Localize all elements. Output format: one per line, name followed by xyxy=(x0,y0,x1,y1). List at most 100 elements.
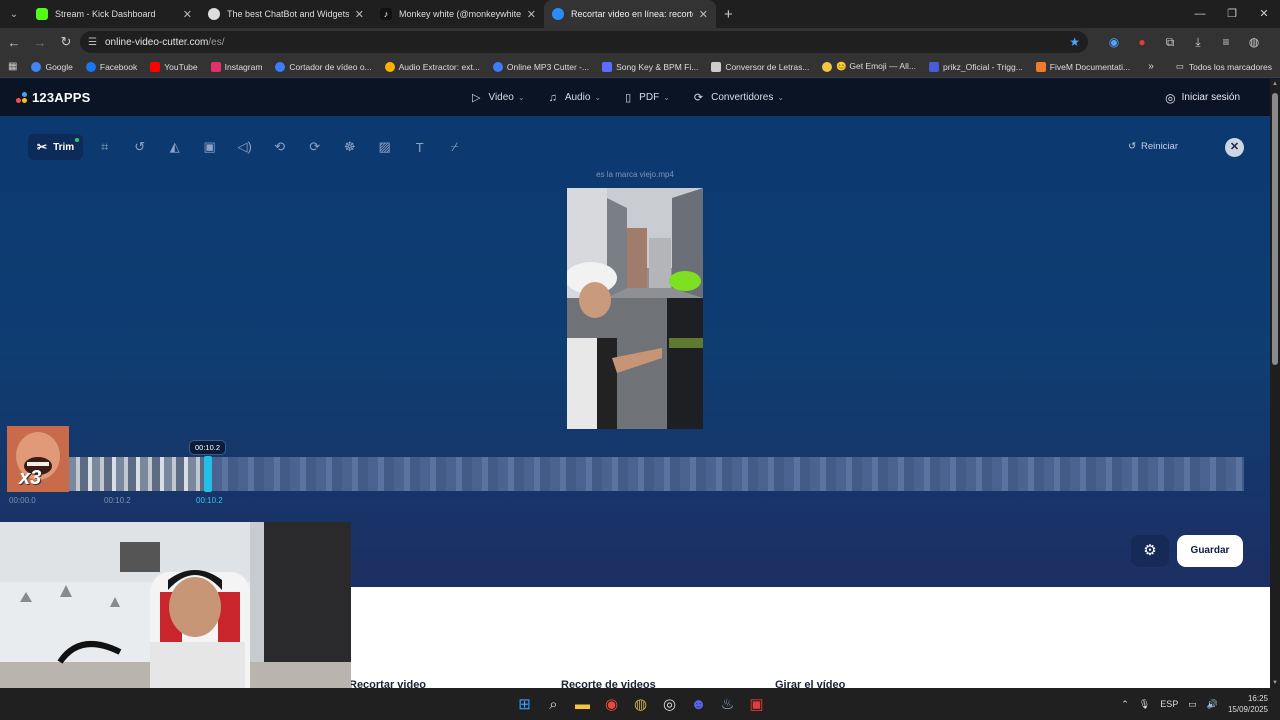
language-indicator[interactable]: ESP xyxy=(1160,699,1178,709)
apps-grid-icon[interactable]: ▦ xyxy=(8,61,17,72)
volume-icon[interactable]: ◁) xyxy=(227,139,262,155)
video-editor: ✂ Trim ⌗ ↺ ◭ ▣ ◁) ⟲ ⟳ ☸ ▨ T ⌿ ↺ Reinicia… xyxy=(0,116,1270,587)
speaker-icon[interactable]: 🔊 xyxy=(1207,699,1218,710)
url-field[interactable]: ☰ online-video-cutter.com/es/ ★ xyxy=(80,31,1088,53)
overflow-chevron-icon[interactable]: » xyxy=(1148,61,1154,72)
extension-red-icon[interactable]: ● xyxy=(1128,35,1156,49)
clock[interactable]: 16:25 15/09/2025 xyxy=(1228,693,1268,715)
bookmark-mp3-cutter[interactable]: Online MP3 Cutter -... xyxy=(492,61,589,72)
top-nav: ▷ Video ⌄ ♫ Audio ⌄ ▯ PDF ⌄ ⟳ Convertidores ⌄ xyxy=(472,91,808,105)
bookmark-song-key[interactable]: Song Key & BPM Fi... xyxy=(602,61,698,72)
close-editor-button[interactable]: ✕ xyxy=(1225,138,1244,157)
minimize-icon[interactable]: — xyxy=(1184,0,1216,28)
search-icon[interactable]: ⌕ xyxy=(539,696,568,713)
profile-avatar-icon[interactable]: ◍ xyxy=(1240,35,1268,49)
settings-gear-button[interactable]: ⚙ xyxy=(1131,535,1169,567)
download-icon[interactable]: ⤓ xyxy=(1184,35,1212,50)
crop-icon[interactable]: ⌗ xyxy=(87,139,122,155)
menu-kebab-icon[interactable]: ⋮ xyxy=(1268,35,1280,49)
loop-icon[interactable]: ⟳ xyxy=(297,139,332,155)
trim-timeline[interactable] xyxy=(68,457,1244,491)
page-scrollbar[interactable]: ▲ ▼ xyxy=(1270,79,1280,688)
bookmark-google[interactable]: Google xyxy=(31,61,73,72)
tab-video-cutter[interactable]: Recortar video en línea: recorte ✕ xyxy=(544,0,716,28)
playhead-time-tooltip: 00:10.2 xyxy=(189,440,227,455)
site-info-icon[interactable]: ☰ xyxy=(88,37,97,48)
video-preview[interactable] xyxy=(567,188,703,429)
all-bookmarks[interactable]: » ▭ Todos los marcadores xyxy=(1148,61,1272,72)
convert-icon: ⟳ xyxy=(693,92,704,104)
bookmark-fivem[interactable]: FiveM Documentati... xyxy=(1035,61,1130,72)
tab-title: The best ChatBot and Widgets xyxy=(227,9,349,19)
music-icon: ♫ xyxy=(548,91,557,104)
tab-tiktok[interactable]: ♪ Monkey white (@monkeywhite ✕ xyxy=(372,0,544,28)
tab-close-icon[interactable]: ✕ xyxy=(183,8,192,21)
bookmark-video-cutter[interactable]: Cortador de vídeo o... xyxy=(275,61,372,72)
facebook-icon xyxy=(85,61,96,72)
save-button[interactable]: Guardar xyxy=(1177,535,1243,567)
bookmark-youtube[interactable]: YouTube xyxy=(150,61,198,72)
tab-chatbot[interactable]: The best ChatBot and Widgets ✕ xyxy=(200,0,372,28)
forward-icon[interactable]: → xyxy=(28,35,52,50)
new-tab-icon[interactable]: + xyxy=(724,6,733,23)
speed-icon[interactable]: ⟲ xyxy=(262,139,297,155)
trim-tool-button[interactable]: ✂ Trim xyxy=(28,134,84,160)
reload-icon[interactable]: ↻ xyxy=(54,34,78,50)
resize-icon[interactable]: ▣ xyxy=(192,139,227,155)
bookmark-get-emoji[interactable]: 😊 Get Emoji — All... xyxy=(822,61,916,72)
scroll-up-icon[interactable]: ▲ xyxy=(1270,81,1280,87)
trim-handle[interactable] xyxy=(204,456,212,492)
nav-convertidores[interactable]: ⟳ Convertidores ⌄ xyxy=(694,91,784,104)
app-icon[interactable]: ◍ xyxy=(626,695,655,713)
tiktok-favicon-icon: ♪ xyxy=(380,8,392,20)
extension-icon[interactable]: ◉ xyxy=(1100,35,1128,49)
app-red-icon[interactable]: ▣ xyxy=(742,695,771,713)
file-explorer-icon[interactable]: ▬ xyxy=(568,696,597,713)
tab-close-icon[interactable]: ✕ xyxy=(355,8,364,21)
stabilize-icon[interactable]: ☸ xyxy=(332,139,367,155)
obs-icon[interactable]: ◎ xyxy=(655,695,684,713)
user-icon: ◎ xyxy=(1165,90,1176,105)
tab-close-icon[interactable]: ✕ xyxy=(527,8,536,21)
chatbot-favicon-icon xyxy=(208,8,220,20)
bookmark-star-icon[interactable]: ★ xyxy=(1069,35,1080,49)
tab-search-icon[interactable]: ⌄ xyxy=(0,0,28,28)
image-icon[interactable]: ▨ xyxy=(367,139,402,155)
nav-audio[interactable]: ♫ Audio ⌄ xyxy=(549,92,602,104)
windows-start-icon[interactable]: ⊞ xyxy=(510,695,539,713)
steam-icon[interactable]: ♨ xyxy=(713,695,742,713)
tab-close-icon[interactable]: ✕ xyxy=(699,8,708,21)
network-icon[interactable]: ▭ xyxy=(1188,699,1197,710)
puzzle-icon[interactable]: ⧉ xyxy=(1156,35,1184,50)
flip-icon[interactable]: ◭ xyxy=(157,139,192,155)
nav-video[interactable]: ▷ Video ⌄ xyxy=(472,91,525,104)
reset-button[interactable]: ↺ Reiniciar xyxy=(1128,141,1178,152)
tab-title: Monkey white (@monkeywhite xyxy=(399,9,521,19)
text-icon[interactable]: T xyxy=(402,140,437,155)
media-control-icon[interactable]: ≡ xyxy=(1212,35,1240,49)
scroll-thumb[interactable] xyxy=(1272,93,1278,365)
trimmed-segment[interactable] xyxy=(68,457,204,491)
microphone-icon[interactable]: 🎙 xyxy=(1139,699,1150,710)
discord-icon[interactable]: ☻ xyxy=(684,696,713,713)
bookmark-prikz[interactable]: prikz_Oficial - Trigg... xyxy=(928,61,1023,72)
back-icon[interactable]: ← xyxy=(2,35,26,50)
scroll-down-icon[interactable]: ▼ xyxy=(1270,680,1280,686)
bookmark-audio-extractor[interactable]: Audio Extractor: ext... xyxy=(384,61,480,72)
play-icon: ▷ xyxy=(472,92,481,104)
login-button[interactable]: ◎ Iniciar sesión xyxy=(1165,91,1240,105)
bookmark-facebook[interactable]: Facebook xyxy=(85,61,137,72)
bookmark-conversor[interactable]: Conversor de Letras... xyxy=(711,61,809,72)
url-text: online-video-cutter.com/es/ xyxy=(104,36,225,48)
tray-chevron-icon[interactable]: ⌃ xyxy=(1121,699,1129,710)
rotate-icon[interactable]: ↺ xyxy=(122,139,157,155)
remove-logo-icon[interactable]: ⌿ xyxy=(437,139,472,155)
123apps-icon xyxy=(384,61,395,72)
nav-pdf[interactable]: ▯ PDF ⌄ xyxy=(625,91,670,104)
tab-kick[interactable]: Stream - Kick Dashboard ✕ xyxy=(28,0,200,28)
chrome-icon[interactable]: ◉ xyxy=(597,695,626,713)
site-logo[interactable]: 123APPS xyxy=(16,90,91,105)
close-window-icon[interactable]: ✕ xyxy=(1248,0,1280,28)
bookmark-instagram[interactable]: Instagram xyxy=(210,61,262,72)
restore-icon[interactable]: ❐ xyxy=(1216,0,1248,28)
